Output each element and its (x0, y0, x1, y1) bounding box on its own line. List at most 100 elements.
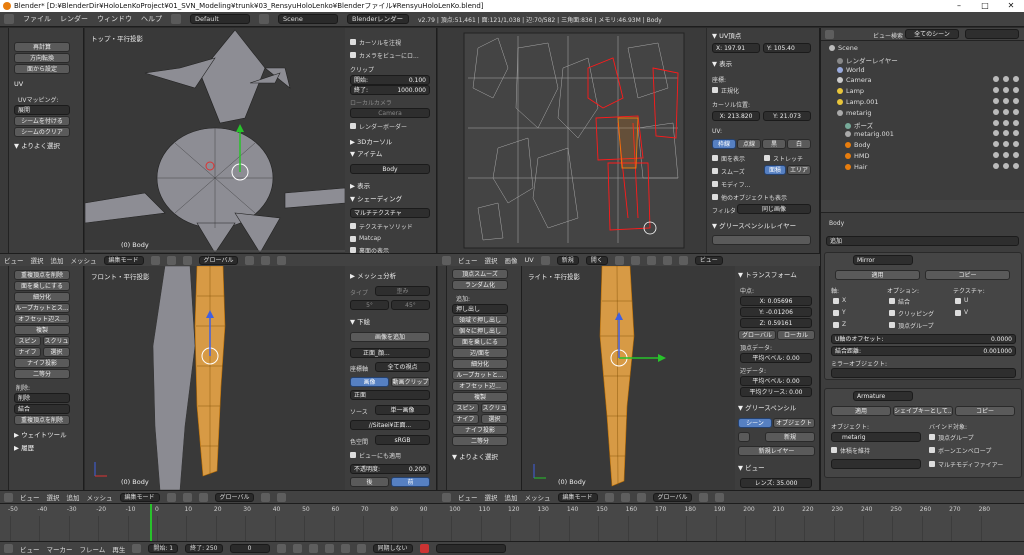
armature-name-field[interactable]: Armature (853, 391, 913, 401)
duplicate-button[interactable]: 複製 (14, 325, 70, 335)
viewport-top[interactable]: トップ・平行投影 (0) Body (85, 28, 345, 253)
item-name-field[interactable]: Body (350, 164, 430, 174)
top-menu-select[interactable]: 選択 (31, 255, 44, 265)
gp-new-layer-button[interactable]: 新規レイヤー (738, 446, 815, 456)
armature-shape-apply-button[interactable]: シェイプキーとして... (893, 406, 953, 416)
top-manipulator-icon[interactable] (182, 255, 192, 265)
mirror-x-checkbox[interactable] (833, 298, 839, 304)
uv-editor-type-icon[interactable] (442, 255, 451, 265)
render-border-checkbox[interactable] (350, 123, 356, 129)
uv-display-header[interactable]: ▼ 表示 (712, 58, 732, 69)
bg-source-select[interactable]: 単一画像 (375, 405, 430, 415)
front-menu-add[interactable]: 追加 (67, 492, 80, 502)
armature-copy-button[interactable]: コピー (955, 406, 1015, 416)
shading-mode-select[interactable]: マルチテクスチャ (350, 208, 430, 218)
mirror-name-field[interactable]: Mirror (853, 255, 913, 265)
bone-envelope-checkbox[interactable] (929, 447, 935, 453)
mid-duplicate-button[interactable]: 複製 (452, 392, 508, 402)
front-pivot-icon[interactable] (182, 492, 192, 502)
mirror-clipping-checkbox[interactable] (889, 310, 895, 316)
select-icon[interactable] (1003, 162, 1009, 169)
merge-distance-field[interactable]: 結合距離: 0.001000 (831, 346, 1016, 356)
gp-new-button[interactable]: 新規 (765, 432, 815, 442)
front-mode-select[interactable]: 編集モード (119, 492, 160, 502)
top-menu-add[interactable]: 追加 (51, 255, 64, 265)
color-space-select[interactable]: sRGB (375, 435, 430, 445)
analysis-max-field[interactable]: 45° (391, 300, 430, 310)
sync-icon[interactable] (630, 255, 640, 265)
analysis-min-field[interactable]: 5° (350, 300, 389, 310)
mid-spin-button[interactable]: スピン (452, 403, 479, 413)
uv-menu-uvs[interactable]: UV (525, 256, 534, 264)
top-menu-mesh[interactable]: メッシュ (71, 255, 97, 265)
bg-front-image-field[interactable]: 正面 (350, 390, 430, 400)
opacity-field[interactable]: 不透明度: 0.200 (350, 464, 430, 474)
smooth-checkbox[interactable] (712, 168, 718, 174)
right-edge-mode-icon[interactable] (715, 492, 725, 502)
normalized-checkbox[interactable] (712, 87, 718, 93)
randomize-button[interactable]: ランダム化 (452, 280, 508, 290)
view-header[interactable]: ▼ ビュー (738, 462, 765, 473)
mid-offset-button[interactable]: オフセット辺... (452, 381, 508, 391)
extrude-region-button[interactable]: 領域で押し出し (452, 315, 508, 325)
grease-pencil-layer-header[interactable]: ▼ グリースペンシルレイヤー (712, 220, 796, 231)
stretch-checkbox[interactable] (764, 155, 770, 161)
play-icon[interactable] (324, 544, 334, 553)
editor-type-icon[interactable] (4, 14, 14, 24)
mid-more-select-header[interactable]: ▼ よりよく選択 (452, 451, 498, 462)
mirror-offset-field[interactable]: U軸のオフセット: 0.0000 (831, 334, 1016, 344)
eye-icon[interactable] (993, 152, 999, 158)
clip-end-field[interactable]: 終了: 1000.000 (350, 85, 430, 95)
uv-section-header[interactable]: UV (14, 80, 23, 91)
black-button[interactable]: 黒 (762, 139, 786, 149)
render-icon[interactable] (1013, 119, 1019, 126)
select-icon[interactable] (1003, 108, 1009, 115)
jump-end-icon[interactable] (356, 544, 366, 553)
spin-button[interactable]: スピン (14, 336, 41, 346)
gp-pencil-icon[interactable] (738, 432, 750, 442)
eye-icon[interactable] (993, 87, 999, 94)
to-face-button[interactable]: 面を乗しにする (14, 281, 70, 291)
eye-icon[interactable] (993, 119, 999, 126)
tool-tabs-front[interactable] (0, 266, 9, 490)
record-icon[interactable] (419, 544, 429, 553)
modified-checkbox[interactable] (712, 181, 718, 187)
gp-object-button[interactable]: オブジェクト (773, 418, 815, 428)
menu-window[interactable]: ウィンドウ (97, 14, 132, 24)
outliner-item[interactable]: Lamp (837, 87, 864, 95)
outliner-item[interactable]: HMD (845, 152, 870, 160)
subdivide-button[interactable]: 細分化 (14, 292, 70, 302)
extrude-individual-button[interactable]: 個々に押し出し (452, 326, 508, 336)
right-menu-view[interactable]: ビュー (458, 492, 478, 502)
dash-button[interactable]: 点線 (737, 139, 761, 149)
uv-x-field[interactable]: X: 197.91 (712, 43, 760, 53)
select-icon[interactable] (1003, 98, 1009, 104)
mid-screw-button[interactable]: スクリュ (481, 403, 508, 413)
make-face-button[interactable]: 面を乗しにる (452, 337, 508, 347)
front-shading-icon[interactable] (166, 492, 176, 502)
uv-menu-view[interactable]: ビュー (458, 255, 478, 265)
vertex-smooth-button[interactable]: 頂点スムーズ (452, 269, 508, 279)
outliner-item[interactable]: Lamp.001 (837, 98, 879, 106)
scene-select[interactable]: Scene (278, 14, 338, 24)
front-menu-view[interactable]: ビュー (20, 492, 40, 502)
timeline-menu-view[interactable]: ビュー (20, 544, 40, 554)
analysis-type-select[interactable]: 歪み (375, 286, 430, 296)
knife-project-button[interactable]: ナイフ投影 (14, 358, 70, 368)
display-header[interactable]: ▶ 表示 (350, 180, 370, 191)
recalc-button[interactable]: 再計算 (14, 42, 70, 52)
front-menu-select[interactable]: 選択 (47, 492, 60, 502)
median-x-field[interactable]: X: 0.05696 (740, 296, 812, 306)
unwrap-select[interactable]: 展開 (14, 105, 70, 115)
front-orientation-select[interactable]: グローバル (214, 492, 255, 502)
background-header[interactable]: ▼ 下絵 (350, 316, 370, 327)
right-editor-type-icon[interactable] (442, 492, 451, 502)
outliner-item[interactable]: metarig.001 (845, 130, 894, 138)
eye-icon[interactable] (993, 76, 999, 83)
median-z-field[interactable]: Z: 0.59161 (740, 318, 812, 328)
grease-pencil-field[interactable] (712, 235, 811, 245)
armature-object-field[interactable]: metarig (831, 432, 921, 442)
outliner-display-select[interactable]: 全てのシーン (905, 29, 959, 39)
flip-direction-button[interactable]: 方向転換 (14, 53, 70, 63)
uv-vertex-header[interactable]: ▼ UV頂点 (712, 30, 741, 41)
